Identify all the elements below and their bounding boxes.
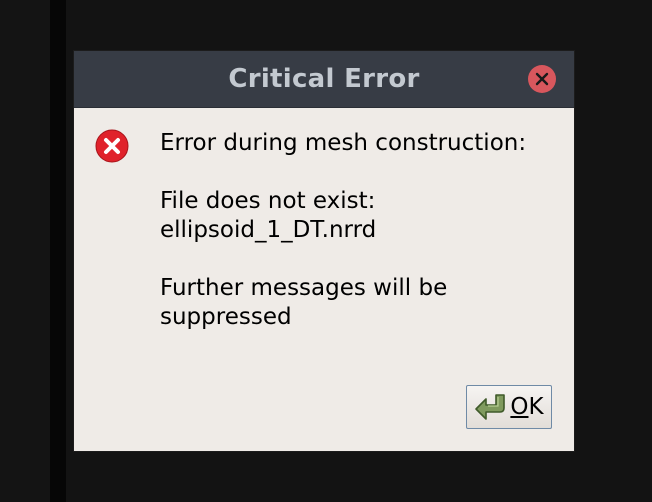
dialog-title: Critical Error [228, 64, 420, 94]
error-icon [95, 129, 129, 163]
error-message-filename: ellipsoid_1_DT.nrrd [160, 217, 377, 243]
error-message-heading: Error during mesh construction: [160, 130, 527, 156]
ok-button-label: OK [510, 394, 544, 420]
background-divider [50, 0, 66, 502]
close-button[interactable] [528, 65, 556, 93]
critical-error-dialog: Critical Error Error during mesh constru… [73, 50, 575, 452]
close-icon [535, 72, 549, 86]
ok-button[interactable]: OK [466, 385, 552, 429]
return-arrow-icon [475, 394, 506, 420]
error-message-line: Further messages will be [160, 275, 448, 301]
error-message-line: File does not exist: [160, 188, 376, 214]
dialog-titlebar[interactable]: Critical Error [74, 51, 574, 108]
background-panel [0, 0, 50, 502]
error-message-line: suppressed [160, 304, 292, 330]
